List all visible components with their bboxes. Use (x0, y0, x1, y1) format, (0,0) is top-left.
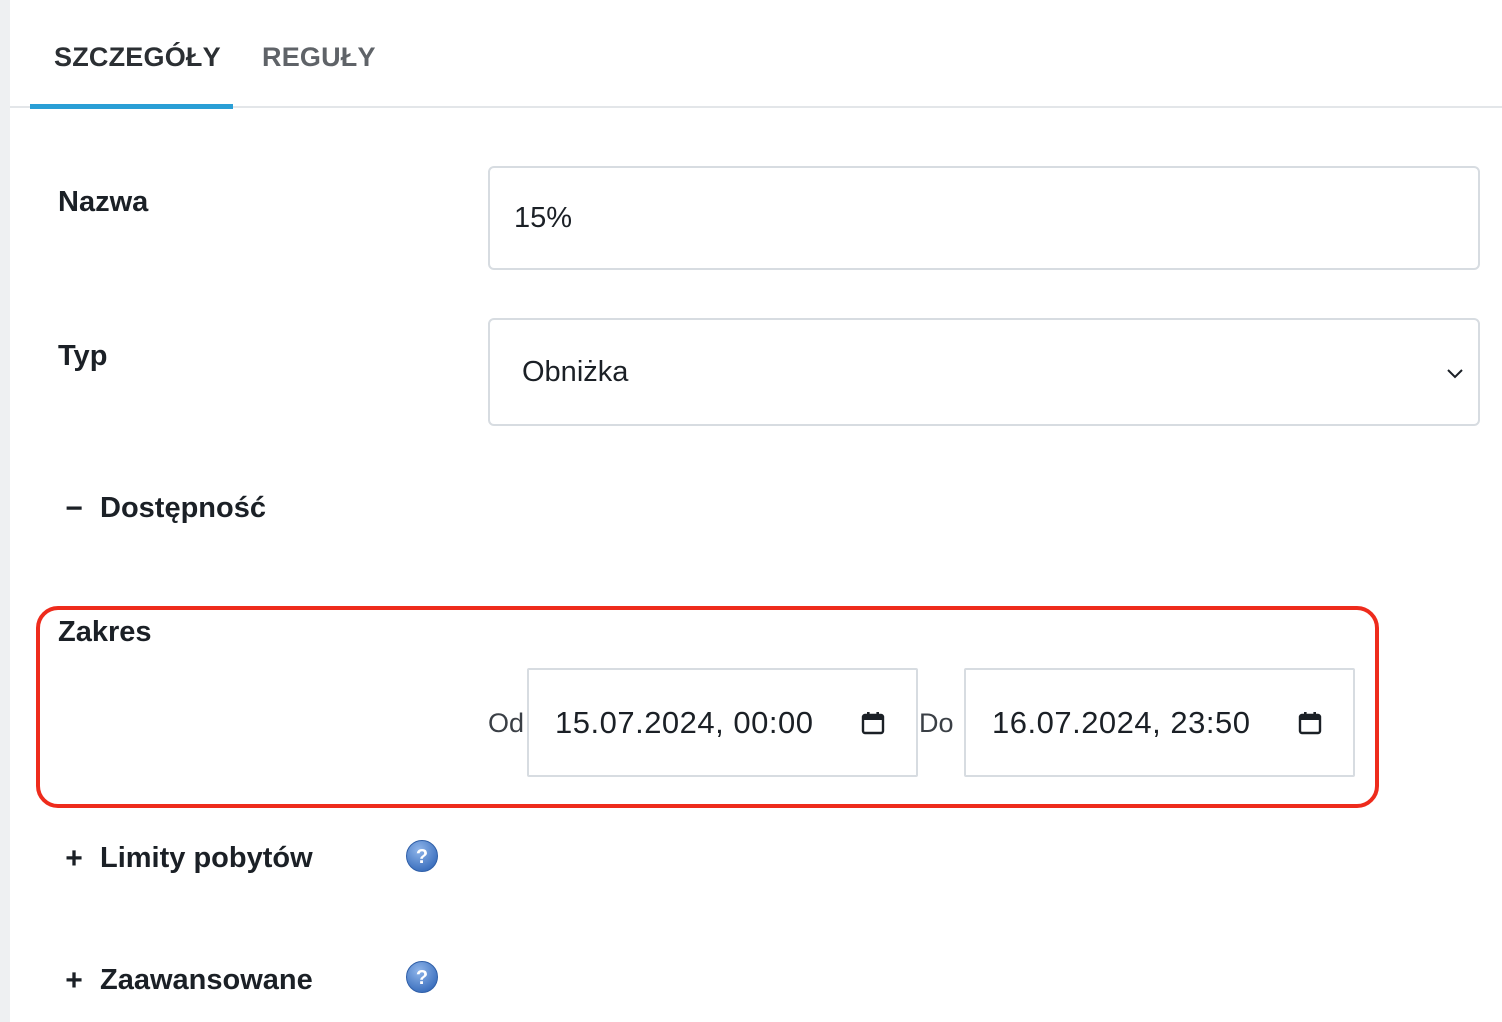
calendar-icon[interactable] (1297, 710, 1323, 736)
type-select-value: Obniżka (522, 355, 629, 388)
name-input-value: 15% (514, 201, 573, 234)
expand-icon: + (65, 963, 83, 997)
help-icon[interactable]: ? (405, 960, 439, 994)
svg-text:?: ? (416, 846, 428, 868)
chevron-down-icon (1447, 369, 1463, 379)
stay-limits-title: Limity pobytów (100, 842, 313, 874)
active-tab-indicator (30, 104, 233, 109)
collapse-icon: − (65, 491, 83, 525)
advanced-title: Zaawansowane (100, 964, 313, 996)
from-label: Od (488, 708, 525, 738)
tab-bar: SZCZEGÓŁY REGUŁY (10, 0, 1502, 109)
tab-details[interactable]: SZCZEGÓŁY (54, 40, 221, 74)
left-edge (0, 0, 10, 1022)
expand-icon: + (65, 841, 83, 875)
name-input[interactable]: 15% (488, 166, 1480, 270)
svg-text:?: ? (416, 967, 428, 989)
availability-title: Dostępność (100, 492, 266, 524)
calendar-icon[interactable] (860, 710, 886, 736)
advanced-section-toggle[interactable]: + Zaawansowane (60, 964, 313, 997)
help-icon[interactable]: ? (405, 839, 439, 873)
stay-limits-section-toggle[interactable]: + Limity pobytów (60, 841, 313, 875)
from-datetime-value: 15.07.2024, 00:00 (555, 704, 814, 740)
availability-section-toggle[interactable]: − Dostępność (60, 492, 266, 525)
tab-rules[interactable]: REGUŁY (262, 40, 376, 74)
name-label: Nazwa (58, 186, 149, 218)
range-label: Zakres (58, 616, 152, 648)
from-datetime-input[interactable]: 15.07.2024, 00:00 (527, 668, 918, 777)
type-select[interactable]: Obniżka (488, 318, 1480, 426)
to-datetime-input[interactable]: 16.07.2024, 23:50 (964, 668, 1355, 777)
type-label: Typ (58, 340, 108, 372)
to-label: Do (919, 708, 954, 738)
to-datetime-value: 16.07.2024, 23:50 (992, 704, 1251, 740)
